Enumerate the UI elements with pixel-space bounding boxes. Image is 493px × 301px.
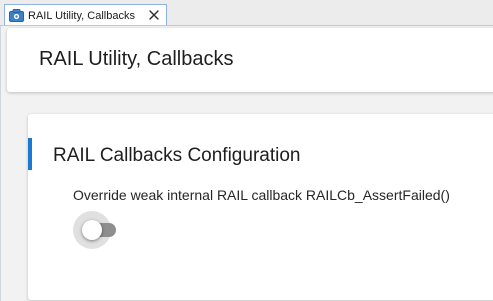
override-assert-failed-label: Override weak internal RAIL callback RAI…	[73, 187, 450, 203]
toggle-knob	[82, 220, 102, 240]
editor-tab-bar: RAIL Utility, Callbacks	[0, 0, 493, 26]
section-accent-bar	[28, 138, 32, 170]
tab-rail-utility-callbacks[interactable]: RAIL Utility, Callbacks	[4, 4, 167, 26]
component-editor-icon	[9, 9, 24, 22]
header-card: RAIL Utility, Callbacks	[7, 28, 493, 92]
override-assert-failed-toggle[interactable]	[73, 211, 117, 249]
editor-area: RAIL Utility, Callbacks RAIL Callbacks C…	[0, 26, 493, 301]
tab-label: RAIL Utility, Callbacks	[28, 9, 135, 22]
close-icon[interactable]	[148, 8, 160, 22]
section-title: RAIL Callbacks Configuration	[53, 145, 301, 166]
callbacks-configuration-card: RAIL Callbacks Configuration Override we…	[28, 114, 493, 300]
page-title: RAIL Utility, Callbacks	[39, 48, 234, 70]
